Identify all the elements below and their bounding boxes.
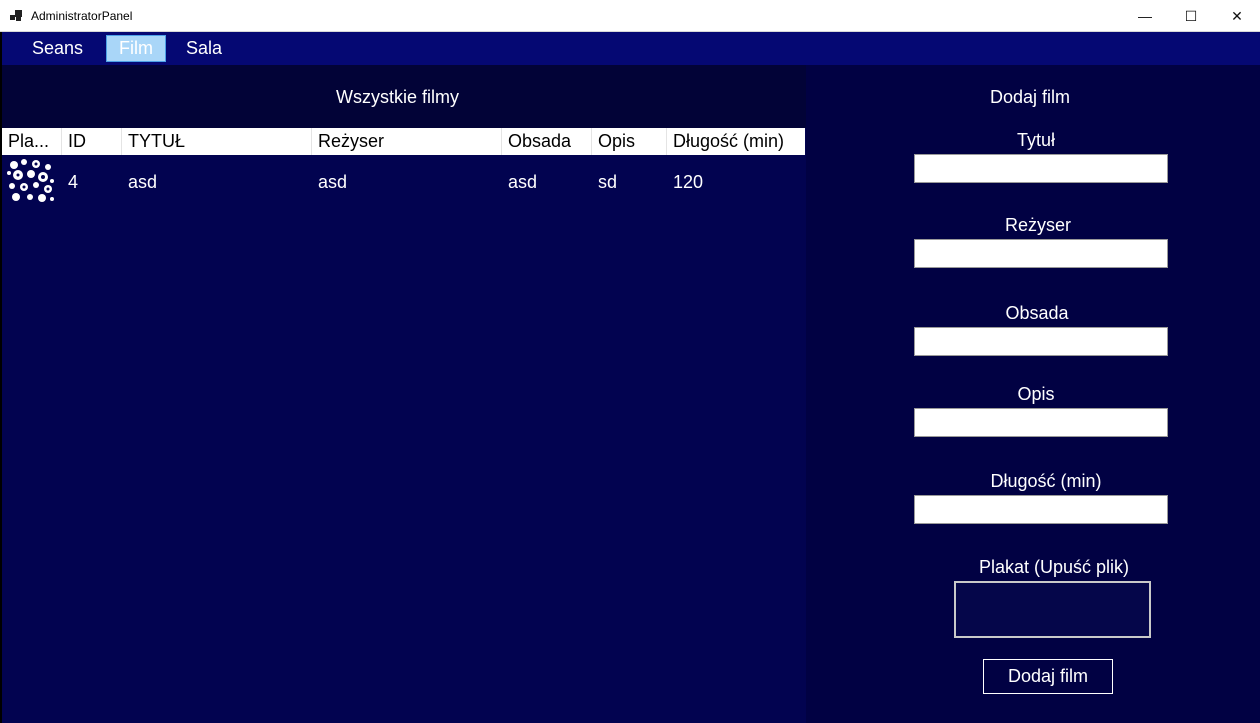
dlugosc-label: Długość (min)	[990, 471, 1102, 491]
grid-header-row: Pla... ID TYTUŁ Reżyser Obsada Opis Dług…	[2, 128, 805, 155]
films-list-title: Wszystkie filmy	[336, 87, 459, 107]
poster-label: Plakat (Upuść plik)	[978, 557, 1130, 577]
cell-rezyser: asd	[318, 172, 348, 192]
opis-input[interactable]	[914, 408, 1168, 437]
obsada-input[interactable]	[914, 327, 1168, 356]
app-icon	[10, 10, 22, 22]
maximize-button[interactable]: ☐	[1168, 0, 1214, 32]
tytul-label: Tytuł	[1016, 130, 1055, 150]
cell-obsada: asd	[508, 172, 538, 192]
dlugosc-input[interactable]	[914, 495, 1168, 524]
rezyser-label: Reżyser	[1004, 215, 1071, 235]
column-header-opis[interactable]: Opis	[592, 128, 667, 155]
column-header-tytul[interactable]: TYTUŁ	[122, 128, 312, 155]
cell-dlugosc: 120	[673, 172, 704, 192]
cell-id: 4	[68, 172, 79, 192]
tytul-input[interactable]	[914, 154, 1168, 183]
menu-bar: Seans Film Sala	[0, 32, 1260, 65]
close-icon: ✕	[1231, 7, 1243, 24]
menu-item-sala[interactable]: Sala	[176, 35, 232, 62]
cell-tytul: asd	[128, 172, 158, 192]
menu-item-seans[interactable]: Seans	[22, 35, 93, 62]
column-header-obsada[interactable]: Obsada	[502, 128, 592, 155]
add-film-button[interactable]: Dodaj film	[983, 659, 1113, 694]
column-header-rezyser[interactable]: Reżyser	[312, 128, 502, 155]
column-header-dlugosc[interactable]: Długość (min)	[667, 128, 805, 155]
menu-item-film[interactable]: Film	[106, 35, 166, 62]
maximize-icon: ☐	[1184, 7, 1198, 24]
column-header-plakat[interactable]: Pla...	[2, 128, 62, 155]
poster-drop-zone[interactable]	[954, 581, 1151, 638]
rezyser-input[interactable]	[914, 239, 1168, 268]
column-header-id[interactable]: ID	[62, 128, 122, 155]
opis-label: Opis	[1017, 384, 1055, 404]
window-titlebar: AdministratorPanel — ☐ ✕	[0, 0, 1260, 32]
poster-thumbnail	[6, 157, 54, 203]
minimize-icon: —	[1138, 8, 1152, 24]
close-button[interactable]: ✕	[1214, 0, 1260, 32]
minimize-button[interactable]: —	[1122, 0, 1168, 32]
add-film-title: Dodaj film	[990, 87, 1071, 107]
cell-opis: sd	[598, 172, 618, 192]
films-list-panel	[0, 65, 808, 723]
window-title: AdministratorPanel	[31, 9, 133, 23]
obsada-label: Obsada	[1005, 303, 1069, 323]
